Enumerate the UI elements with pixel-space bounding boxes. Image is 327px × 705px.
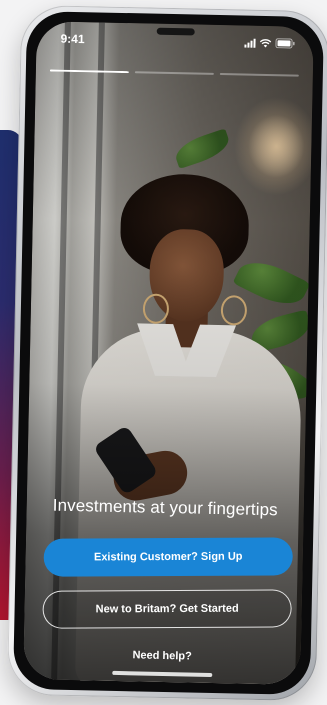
gradient-overlay: [23, 21, 314, 685]
status-bar: 9:41: [36, 21, 314, 61]
signal-icon: [244, 38, 256, 48]
promo-stage: 9:41 Investments at your fingertips Exis…: [0, 0, 327, 705]
get-started-button[interactable]: New to Britam? Get Started: [42, 589, 292, 629]
status-icons: [244, 38, 295, 49]
existing-customer-signup-button[interactable]: Existing Customer? Sign Up: [43, 537, 293, 577]
phone-device: 9:41 Investments at your fingertips Exis…: [6, 4, 327, 702]
wifi-icon: [259, 38, 272, 47]
phone-bezel: 9:41 Investments at your fingertips Exis…: [12, 10, 325, 696]
battery-icon: [275, 38, 295, 49]
app-screen: 9:41 Investments at your fingertips Exis…: [23, 21, 314, 685]
status-time: 9:41: [60, 31, 85, 47]
